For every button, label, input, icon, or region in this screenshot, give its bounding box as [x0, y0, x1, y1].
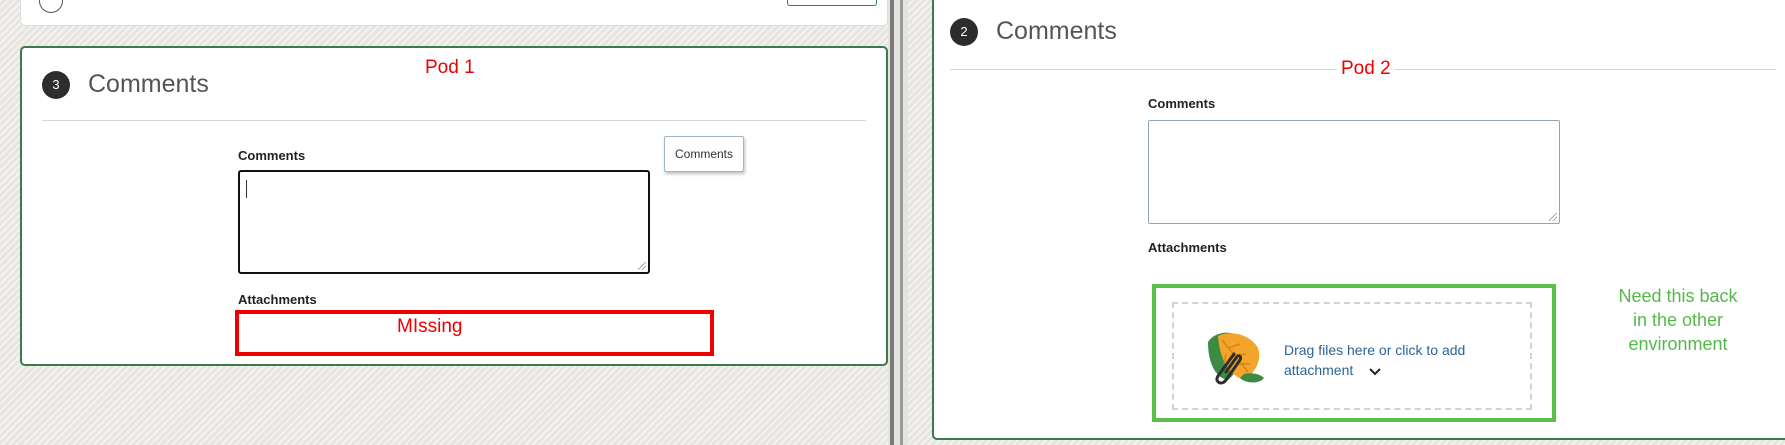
chevron-down-icon[interactable]	[1369, 368, 1381, 376]
comments-textarea[interactable]	[238, 170, 650, 274]
need-annotation-line1: Need this back	[1618, 286, 1738, 306]
pod2-panel: 2 Comments Pod 2 Comments Attachments Dr…	[908, 0, 1785, 445]
need-annotation-line3: environment	[1628, 334, 1728, 354]
previous-section-button[interactable]	[787, 0, 877, 6]
comments-section-card-pod2: 2 Comments Pod 2 Comments Attachments Dr…	[932, 0, 1785, 440]
step-number-badge: 2	[950, 18, 978, 46]
attachment-dropzone[interactable]: Drag files here or click to add attachme…	[1172, 302, 1532, 410]
pod1-annotation: Pod 1	[425, 57, 475, 78]
comments-label: Comments	[1148, 96, 1216, 111]
divider-bar-left	[890, 0, 894, 445]
attachment-highlight-box: Drag files here or click to add attachme…	[1152, 284, 1556, 422]
attachments-label: Attachments	[1148, 240, 1227, 255]
attachment-leaf-icon	[1208, 332, 1264, 385]
divider-bar-right	[900, 0, 903, 445]
missing-highlight-box	[235, 310, 714, 356]
missing-annotation: MIssing	[397, 316, 463, 337]
need-annotation-line2: in the other	[1632, 310, 1724, 330]
text-caret	[246, 180, 247, 198]
section-title: Comments	[996, 17, 1117, 45]
attachments-label: Attachments	[238, 292, 317, 307]
section-title: Comments	[88, 70, 209, 98]
section-divider	[42, 120, 866, 121]
comments-tooltip: Comments	[664, 136, 745, 172]
split-divider[interactable]	[888, 0, 908, 445]
pod1-panel: 3 Comments Pod 1 Comments Comments Attac…	[0, 0, 888, 445]
pod2-annotation: Pod 2	[1337, 58, 1395, 80]
resize-handle[interactable]	[638, 262, 646, 270]
comments-textarea[interactable]	[1148, 120, 1560, 224]
resize-handle[interactable]	[1549, 213, 1557, 221]
need-annotation: Need this back in the other environment	[1598, 284, 1758, 356]
previous-section-card	[20, 0, 888, 26]
dropzone-text-line1[interactable]: Drag files here or click to add	[1284, 340, 1465, 360]
step-number-badge: 3	[42, 71, 70, 99]
comments-label: Comments	[238, 148, 306, 163]
dropzone-text-line2[interactable]: attachment	[1284, 360, 1353, 380]
previous-step-circle	[39, 0, 63, 13]
